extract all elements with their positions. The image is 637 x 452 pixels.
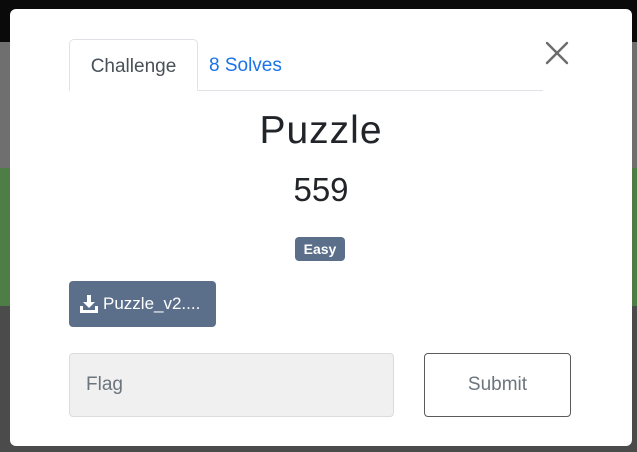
close-button[interactable] xyxy=(542,38,572,68)
flag-input[interactable] xyxy=(69,353,394,417)
file-name-label: Puzzle_v2.... xyxy=(103,294,201,313)
tab-challenge[interactable]: Challenge xyxy=(69,39,198,91)
modal-tabs: Challenge 8 Solves xyxy=(69,39,543,91)
challenge-points: 559 xyxy=(293,171,349,208)
close-icon xyxy=(545,41,569,65)
download-icon xyxy=(80,295,98,313)
challenge-modal: Challenge 8 Solves Puzzle 559 Easy Puzzl… xyxy=(10,9,632,446)
challenge-title: Puzzle xyxy=(259,109,383,152)
submit-button[interactable]: Submit xyxy=(424,353,571,417)
tab-solves[interactable]: 8 Solves xyxy=(209,39,309,90)
download-file-button[interactable]: Puzzle_v2.... xyxy=(69,281,216,327)
difficulty-badge: Easy xyxy=(295,237,345,261)
